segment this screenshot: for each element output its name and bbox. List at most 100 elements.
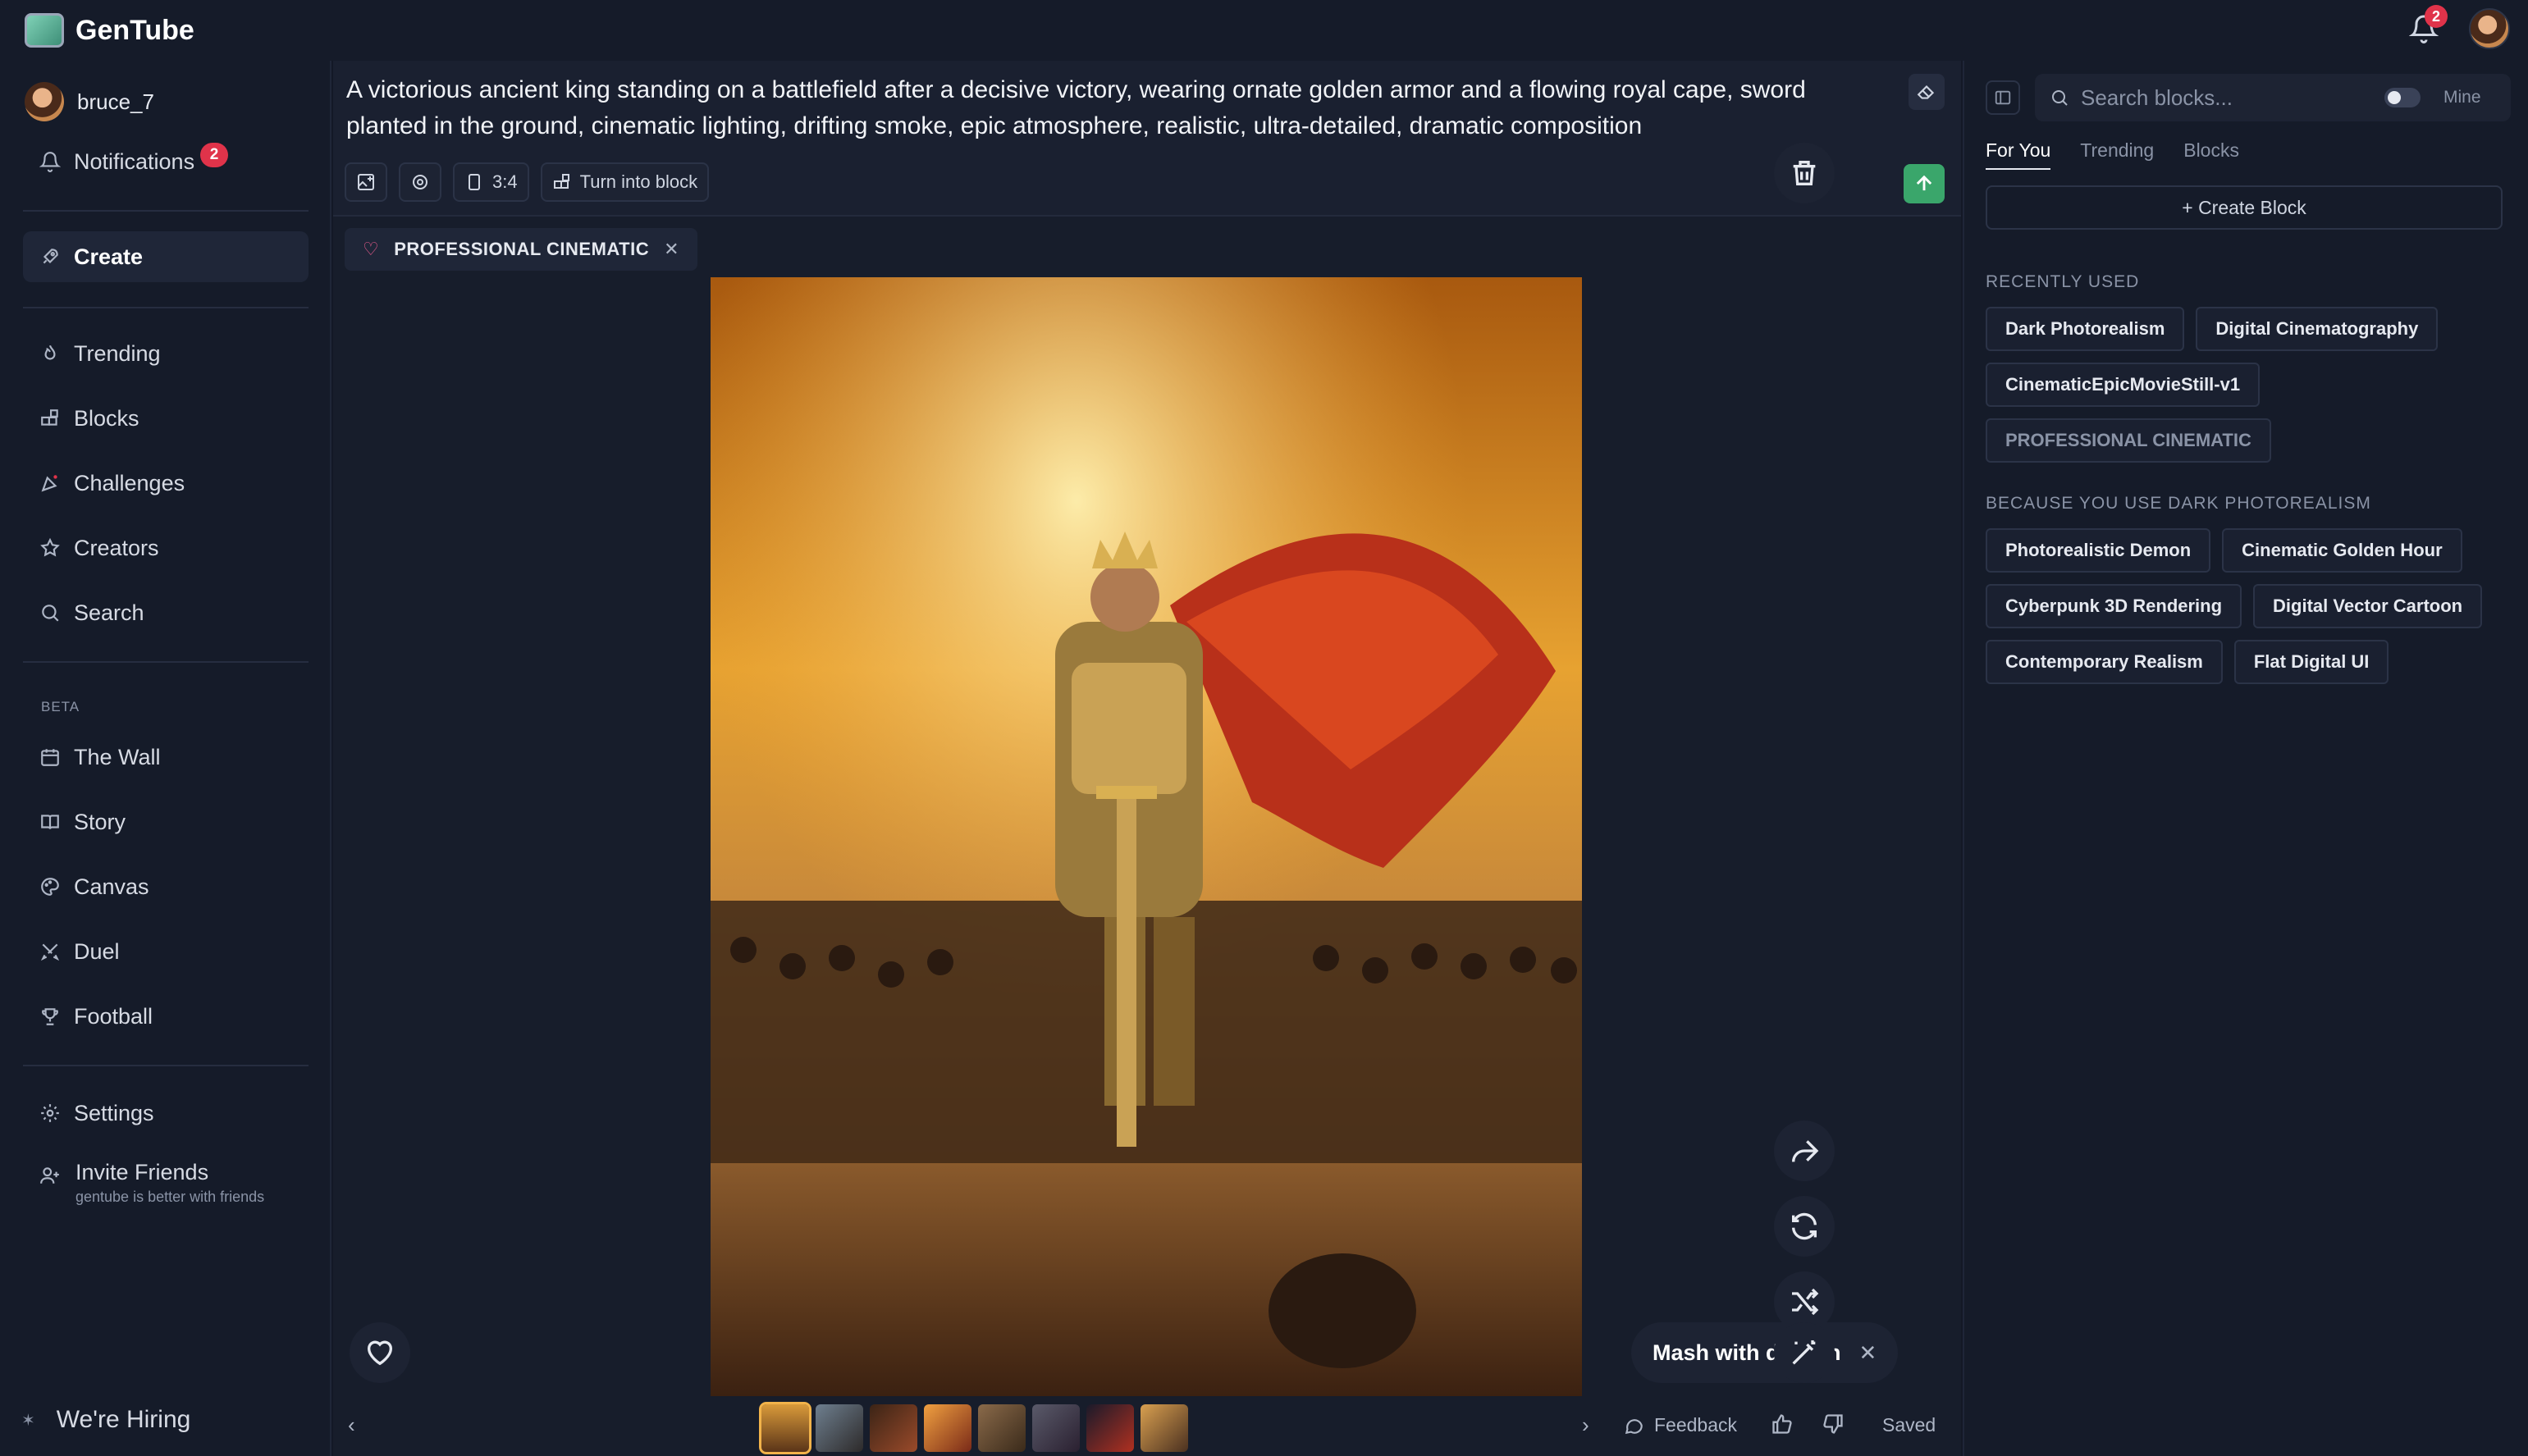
- sidebar-item-label: The Wall: [74, 744, 161, 769]
- sidebar-item-challenges[interactable]: Challenges: [23, 458, 309, 509]
- active-block-chip[interactable]: ♡ PROFESSIONAL CINEMATIC ✕: [345, 228, 698, 271]
- generated-image[interactable]: [711, 277, 1582, 1396]
- arrow-up-icon: [1916, 175, 1932, 191]
- gear-icon: [39, 1102, 61, 1124]
- block-chip[interactable]: CinematicEpicMovieStill-v1: [1986, 363, 2261, 407]
- logo[interactable]: GenTube: [25, 13, 194, 48]
- invite-subtitle: gentube is better with friends: [75, 1189, 265, 1205]
- thumbs-up-icon[interactable]: [1771, 1413, 1794, 1435]
- tab-blocks[interactable]: Blocks: [2183, 139, 2239, 170]
- dismiss-mash-icon[interactable]: ✕: [1859, 1340, 1877, 1366]
- settings-button[interactable]: [399, 162, 441, 202]
- eraser-icon: [1917, 84, 1935, 99]
- mine-toggle[interactable]: [2384, 88, 2421, 107]
- thumbnail[interactable]: [759, 1402, 811, 1454]
- app-name: GenTube: [75, 14, 194, 46]
- sidebar-item-football[interactable]: Football: [23, 991, 309, 1042]
- sidebar-item-blocks[interactable]: Blocks: [23, 393, 309, 444]
- thumbnail[interactable]: [1032, 1404, 1080, 1452]
- notifications-count-badge: 2: [200, 143, 228, 167]
- swords-icon: [39, 941, 61, 962]
- sidebar-item-label: Create: [74, 244, 144, 269]
- palette-icon: [39, 876, 61, 897]
- sidebar-item-label: Creators: [74, 535, 159, 560]
- clear-prompt-button[interactable]: [1909, 74, 1945, 110]
- turn-into-block-button[interactable]: Turn into block: [540, 162, 710, 202]
- image-plus-icon: [358, 174, 374, 190]
- sparkle-icon: ✶: [21, 1411, 35, 1430]
- block-chip[interactable]: Photorealistic Demon: [1986, 528, 2211, 573]
- divider: [23, 1065, 309, 1066]
- search-icon: [2052, 90, 2068, 106]
- block-chip[interactable]: Cinematic Golden Hour: [2222, 528, 2462, 573]
- tab-trending[interactable]: Trending: [2080, 139, 2154, 170]
- prompt-toolbar: 3:4 Turn into block: [345, 162, 710, 202]
- user-avatar-button[interactable]: [2469, 8, 2510, 49]
- block-chip[interactable]: Digital Cinematography: [2196, 307, 2439, 351]
- generate-button[interactable]: [1904, 164, 1945, 203]
- tab-for-you[interactable]: For You: [1986, 139, 2051, 170]
- user-profile-link[interactable]: bruce_7: [25, 82, 154, 121]
- block-chip[interactable]: Digital Vector Cartoon: [2253, 584, 2483, 628]
- remove-block-icon[interactable]: ✕: [664, 239, 679, 260]
- sidebar-item-trending[interactable]: Trending: [23, 328, 309, 379]
- feedback-button[interactable]: Feedback: [1623, 1414, 1737, 1436]
- sidebar-item-canvas[interactable]: Canvas: [23, 861, 309, 912]
- mash-suggestion-button[interactable]: Mash with dragon ✕: [1631, 1322, 1899, 1383]
- chevron-right-icon[interactable]: ›: [1582, 1413, 1589, 1438]
- sidebar-item-the-wall[interactable]: The Wall: [23, 732, 309, 783]
- sidebar-item-create[interactable]: Create: [23, 231, 309, 282]
- collapse-panel-button[interactable]: [1986, 80, 2020, 115]
- sidebar-item-story[interactable]: Story: [23, 796, 309, 847]
- saved-status: Saved: [1882, 1414, 1936, 1435]
- block-chip[interactable]: Cyberpunk 3D Rendering: [1986, 584, 2242, 628]
- thumbnail[interactable]: [1141, 1404, 1188, 1452]
- block-chip[interactable]: PROFESSIONAL CINEMATIC: [1986, 418, 2271, 463]
- sidebar-item-duel[interactable]: Duel: [23, 926, 309, 977]
- block-search-bar: Mine: [2035, 74, 2511, 121]
- hiring-link[interactable]: ✶ We're Hiring: [21, 1406, 190, 1434]
- divider: [23, 661, 309, 663]
- block-chip[interactable]: Contemporary Realism: [1986, 640, 2223, 684]
- block-chip[interactable]: Dark Photorealism: [1986, 307, 2185, 351]
- sidebar-item-label: Story: [74, 809, 126, 834]
- invite-friends-link[interactable]: Invite Friends gentube is better with fr…: [39, 1160, 264, 1206]
- like-button[interactable]: [350, 1322, 410, 1383]
- main-area: A victorious ancient king standing on a …: [333, 61, 1961, 1456]
- sidebar-item-creators[interactable]: Creators: [23, 523, 309, 573]
- block-chip[interactable]: Flat Digital UI: [2233, 640, 2389, 684]
- refresh-icon: [1792, 1212, 1817, 1240]
- heart-icon: [368, 1340, 392, 1366]
- active-block-label: PROFESSIONAL CINEMATIC: [394, 239, 650, 259]
- delete-image-button[interactable]: [1774, 143, 1835, 203]
- recent-chip-row: CinematicEpicMovieStill-v1: [1986, 363, 2261, 407]
- sidebar-item-label: Notifications: [74, 148, 195, 174]
- thumbs-down-icon[interactable]: [1822, 1413, 1845, 1435]
- thumbnail[interactable]: [978, 1404, 1026, 1452]
- thumbnail[interactable]: [1086, 1404, 1134, 1452]
- chevron-left-icon[interactable]: ‹: [348, 1413, 355, 1438]
- magic-wand-icon: [1792, 1340, 1816, 1365]
- bottom-bar: ‹ › Feedback Saved: [333, 1398, 1961, 1455]
- image-input-button[interactable]: [345, 162, 387, 202]
- book-icon: [39, 811, 61, 833]
- thumbnail[interactable]: [924, 1404, 971, 1452]
- trophy-icon: [39, 1006, 61, 1027]
- notifications-bell-button[interactable]: 2: [2403, 5, 2448, 49]
- invite-title: Invite Friends: [75, 1160, 209, 1184]
- rocket-icon: [39, 246, 61, 267]
- regenerate-button[interactable]: [1774, 1196, 1835, 1257]
- create-block-button[interactable]: + Create Block: [1986, 185, 2503, 230]
- share-button[interactable]: [1774, 1121, 1835, 1181]
- thumbnail[interactable]: [816, 1404, 863, 1452]
- prompt-input[interactable]: A victorious ancient king standing on a …: [346, 72, 1889, 144]
- aspect-ratio-button[interactable]: 3:4: [453, 162, 529, 202]
- thumbnail[interactable]: [870, 1404, 917, 1452]
- sidebar-item-settings[interactable]: Settings: [23, 1088, 309, 1139]
- sidebar-item-notifications[interactable]: Notifications: [23, 136, 309, 187]
- blocks-icon: [553, 174, 569, 189]
- sidebar-item-search[interactable]: Search: [23, 587, 309, 638]
- search-input[interactable]: [2081, 84, 2360, 111]
- magic-wand-button[interactable]: [1774, 1322, 1835, 1383]
- heart-icon: ♡: [363, 239, 380, 259]
